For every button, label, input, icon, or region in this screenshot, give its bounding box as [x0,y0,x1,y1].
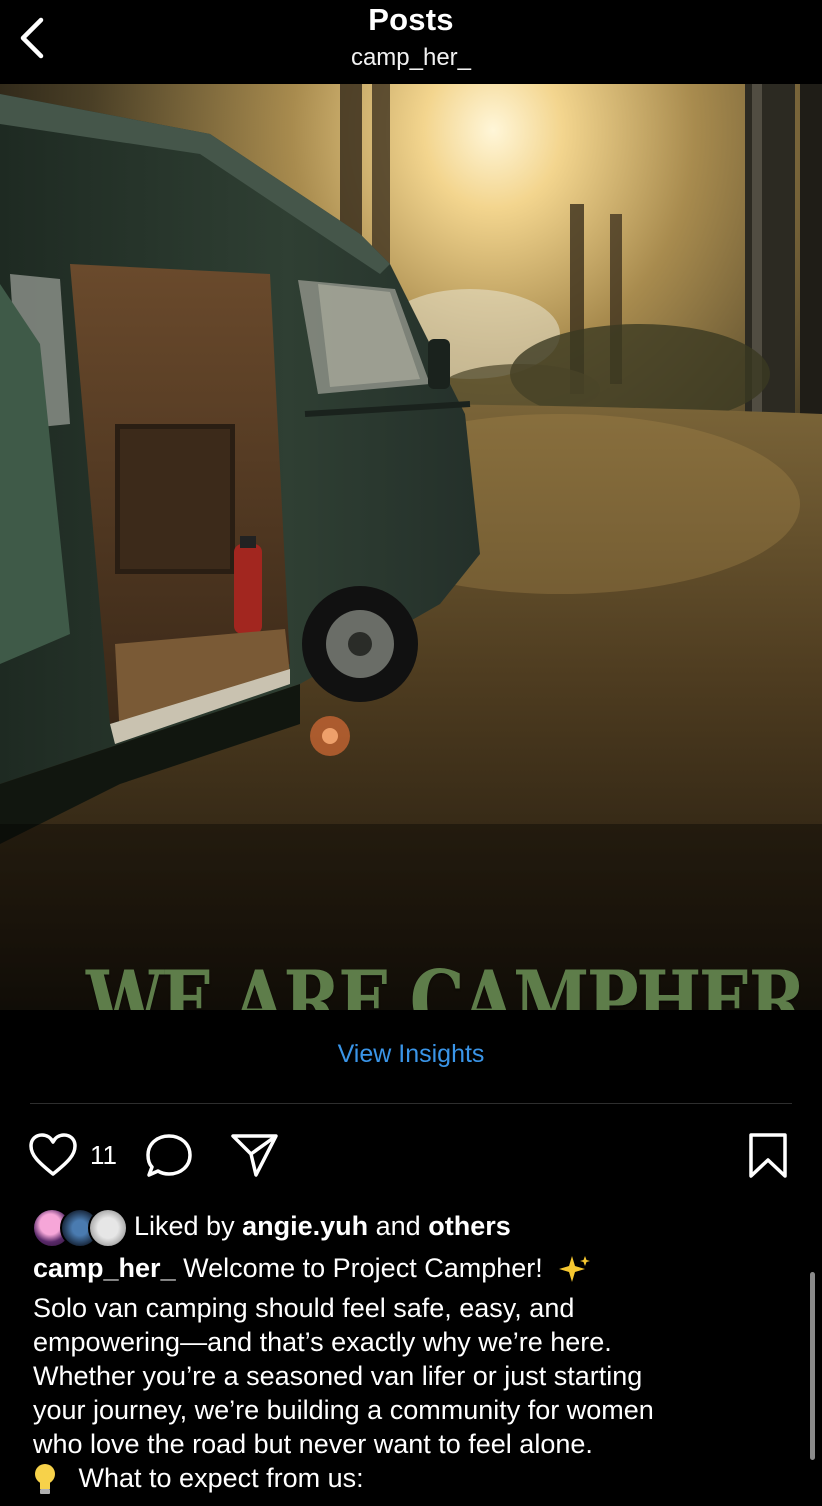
heart-outline-icon [29,1133,77,1176]
caption-intro: Welcome to Project Campher! [183,1253,543,1283]
caption-line: Whether you’re a seasoned van lifer or j… [33,1361,643,1391]
bookmark-outline-icon [749,1133,787,1178]
paper-plane-icon [231,1134,278,1177]
liked-by-connector: and [375,1211,421,1241]
caption-line: Solo van camping should feel safe, easy,… [33,1293,575,1323]
caption-line: who love the road but never want to feel… [33,1429,593,1459]
caption-line: empowering—and that’s exactly why we’re … [33,1327,612,1357]
liked-by-user[interactable]: angie.yuh [242,1211,368,1241]
like-count[interactable]: 11 [90,1140,117,1171]
divider [30,1103,792,1104]
top-bar: Posts camp_her_ [0,0,822,84]
caption-expect-text: What to expect from us: [78,1463,364,1494]
caption-first-line: camp_her_ Welcome to Project Campher! [33,1253,592,1286]
view-insights-link[interactable]: View Insights [0,1040,822,1069]
save-button[interactable] [746,1132,790,1185]
caption-username[interactable]: camp_her_ [33,1253,176,1283]
scrollbar[interactable] [810,1272,815,1460]
caption-expect-line: What to expect from us: [33,1463,364,1497]
liked-by-avatars[interactable] [32,1208,128,1248]
light-bulb-icon [35,1464,55,1494]
post-photo [0,84,822,1010]
caption-line: your journey, we’re building a community… [33,1395,654,1425]
comment-button[interactable] [144,1132,194,1185]
post-overlay-text: WE ARE CAMPHER [86,952,806,1010]
share-button[interactable] [230,1132,280,1183]
sparkles-icon [559,1255,591,1282]
liked-by-others[interactable]: others [428,1211,511,1241]
liked-by-text[interactable]: Liked by angie.yuh and others [134,1211,511,1242]
caption-body: Solo van camping should feel safe, easy,… [33,1291,793,1461]
header-username[interactable]: camp_her_ [0,44,822,72]
liked-by-prefix: Liked by [134,1211,235,1241]
avatar [88,1208,128,1248]
post-image[interactable]: WE ARE CAMPHER [0,84,822,1010]
like-button[interactable] [28,1132,78,1183]
comment-bubble-icon [146,1134,192,1177]
page-title: Posts [368,2,454,37]
